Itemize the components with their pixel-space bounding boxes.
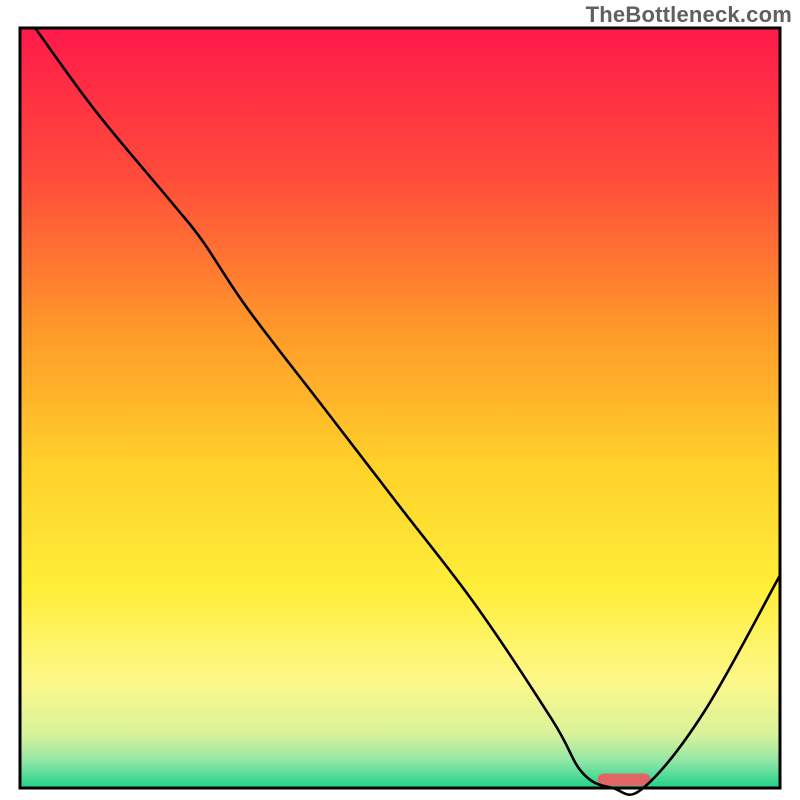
watermark-text: TheBottleneck.com bbox=[586, 2, 792, 28]
plot-area bbox=[20, 28, 780, 795]
optimal-range-marker bbox=[598, 774, 651, 786]
chart-container: TheBottleneck.com bbox=[0, 0, 800, 800]
chart-background bbox=[20, 28, 780, 788]
bottleneck-chart bbox=[0, 0, 800, 800]
